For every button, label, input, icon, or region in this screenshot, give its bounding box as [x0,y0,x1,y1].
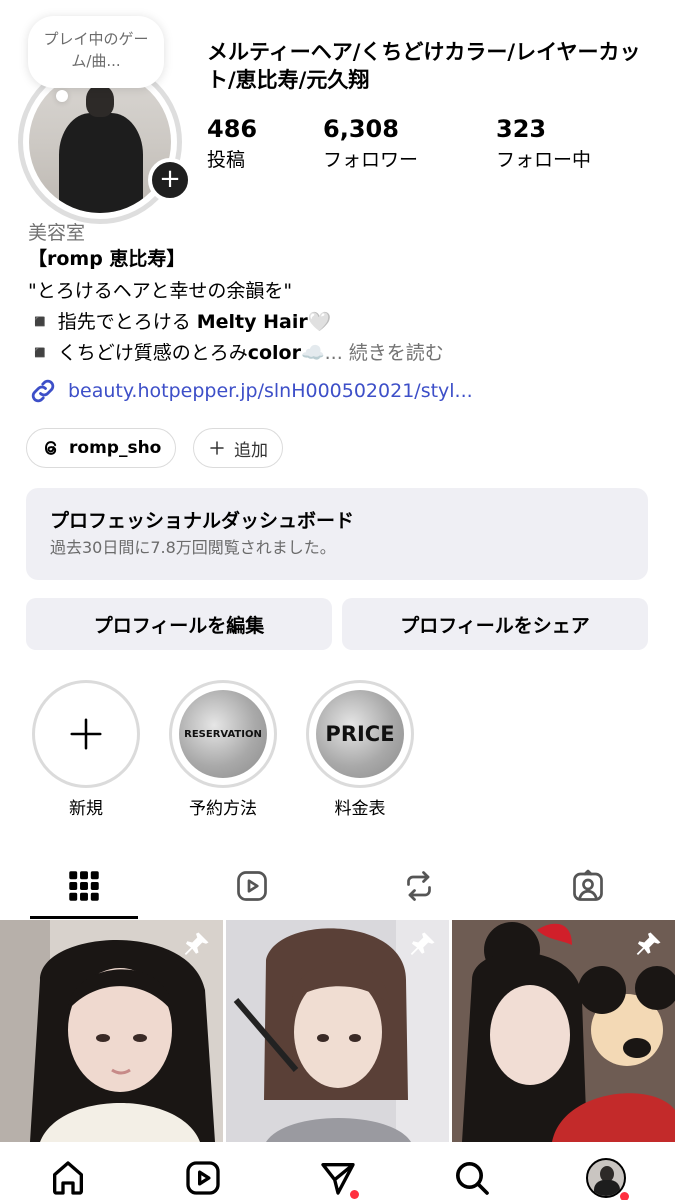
avatar-photo [29,71,171,213]
highlight-reservation-cover-text: RESERVATION [184,728,262,740]
bio-line-melty-bold: Melty Hair [196,311,308,333]
stat-posts[interactable]: 486 投稿 [207,114,257,174]
messages-notification-dot [350,1190,359,1199]
stat-posts-value: 486 [207,115,258,143]
reels-icon [237,871,267,901]
active-tab-underline [30,916,138,919]
profile-avatar-small [586,1158,626,1198]
edit-profile-button[interactable]: プロフィールを編集 [26,598,332,650]
profile-category: 美容室 [28,222,86,244]
nav-home[interactable] [46,1156,90,1200]
grid-icon [69,871,99,901]
avatar-person-head [86,85,114,117]
post-thumbnail[interactable] [452,920,675,1142]
highlight-price[interactable]: PRICE 料金表 [306,680,414,819]
stat-followers-label: フォロワー [323,149,419,171]
add-link-chip[interactable]: 追加 [193,428,283,468]
profile-name: メルティーヘア/くちどけカラー/レイヤーカット/恵比寿/元久翔 [207,40,641,92]
search-icon [456,1162,489,1195]
note-text: プレイ中のゲーム/曲... [43,30,149,70]
threads-chip[interactable]: romp_sho [26,428,177,468]
bottom-navigation [0,1142,675,1200]
nav-reels[interactable] [181,1156,225,1200]
white-heart-emoji: 🤍 [307,311,332,333]
link-icon [31,379,55,403]
bio-shop-text: 【romp 恵比寿】 [28,248,186,270]
plus-icon [210,441,224,455]
stat-followers[interactable]: 6,308 フォロワー [323,114,418,174]
posts-grid [0,920,675,1142]
dashboard-subtitle: 過去30日間に7.8万回閲覧されました。 [50,538,336,557]
tagged-icon [573,869,603,901]
bio-line-color-prefix: ◾️ くちどけ質感のとろみ [28,342,248,364]
stat-followers-value: 6,308 [323,115,399,143]
read-more-link[interactable]: ... 続きを読む [325,342,444,364]
tab-reposts[interactable] [397,864,441,908]
bio-line-color: ◾️ くちどけ質感のとろみcolor☁️... 続きを読む [28,338,444,368]
professional-dashboard[interactable]: プロフェッショナルダッシュボード 過去30日間に7.8万回閲覧されました。 [26,488,648,580]
note-bubble-dot [56,90,68,102]
repost-icon [407,871,431,901]
pinned-icon [184,932,209,955]
add-story-icon[interactable]: + [148,158,192,202]
note-bubble[interactable]: プレイ中のゲーム/曲... [28,16,164,88]
stat-following[interactable]: 323 フォロー中 [496,114,591,174]
bio-line-melty-prefix: ◾️ 指先でとろける [28,311,197,333]
highlight-new[interactable]: 新規 [32,680,140,819]
pinned-icon [410,932,435,955]
tab-posts-grid[interactable] [62,864,106,908]
stat-posts-label: 投稿 [207,149,246,171]
profile-notification-dot [620,1192,629,1200]
reels-icon [186,1161,220,1195]
bio-link-text: beauty.hotpepper.jp/slnH000502021/styl..… [68,380,473,402]
bio-shop-name: 【romp 恵比寿】 [28,244,185,274]
post-thumbnail[interactable] [226,920,449,1142]
highlight-price-cover: PRICE [316,690,404,778]
avatar-person-body [59,113,143,213]
highlight-price-circle: PRICE [306,680,414,788]
nav-profile[interactable] [584,1156,629,1200]
highlight-reservation-label: 予約方法 [189,799,257,819]
share-profile-button[interactable]: プロフィールをシェア [342,598,648,650]
highlight-reservation-cover: RESERVATION [179,690,267,778]
highlight-new-circle [32,680,140,788]
bio-external-link[interactable]: beauty.hotpepper.jp/slnH000502021/styl..… [28,376,473,406]
threads-handle: romp_sho [69,438,162,458]
highlight-new-label: 新規 [69,799,103,819]
tab-reels[interactable] [230,864,274,908]
bio-quote: "とろけるヘアと幸せの余韻を" [28,280,293,302]
highlight-price-cover-text: PRICE [325,722,395,746]
add-link-label: 追加 [234,440,268,461]
home-icon [53,1161,84,1195]
post-thumbnail[interactable] [0,920,223,1142]
stat-following-value: 323 [496,115,547,143]
plus-icon [70,718,102,750]
highlight-reservation[interactable]: RESERVATION 予約方法 [169,680,277,819]
dashboard-title: プロフェッショナルダッシュボード [50,510,355,532]
highlight-reservation-circle: RESERVATION [169,680,277,788]
stat-following-label: フォロー中 [496,149,592,171]
highlight-price-label: 料金表 [334,799,386,819]
bio-line-color-bold: color [247,342,301,364]
bio-line-melty: ◾️ 指先でとろける Melty Hair🤍 [28,307,331,337]
cloud-emoji: ☁️ [300,342,325,364]
tab-tagged[interactable] [566,864,610,908]
nav-search[interactable] [450,1156,494,1200]
threads-icon [44,441,57,455]
profile-tabs [0,852,675,920]
pinned-icon [636,932,661,955]
nav-messages[interactable] [316,1156,360,1200]
